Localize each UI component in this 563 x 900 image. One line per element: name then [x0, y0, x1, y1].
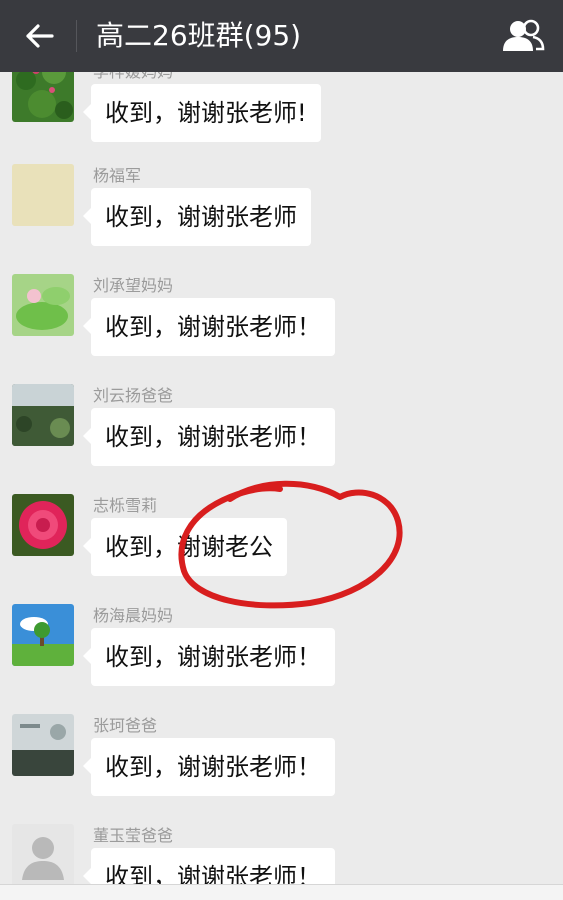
avatar[interactable]: [12, 274, 74, 336]
message-item: 刘云扬爸爸 收到，谢谢张老师！: [0, 384, 563, 494]
message-bubble[interactable]: 收到，谢谢张老师！: [83, 848, 335, 884]
message-item: 董玉莹爸爸 收到，谢谢张老师！: [0, 824, 563, 884]
avatar[interactable]: [12, 714, 74, 776]
message-item: 杨海晨妈妈 收到，谢谢张老师！: [0, 604, 563, 714]
sender-name: 刘承望妈妈: [93, 276, 174, 295]
input-bar[interactable]: [0, 884, 563, 900]
message-bubble[interactable]: 收到，谢谢老公: [83, 518, 287, 576]
message-bubble[interactable]: 收到，谢谢张老师: [83, 188, 311, 246]
message-item: 李梓媛妈妈 收到，谢谢张老师!: [0, 72, 563, 170]
sender-name: 刘云扬爸爸: [93, 386, 174, 405]
title-divider: [76, 20, 77, 52]
avatar[interactable]: [12, 604, 74, 666]
message-item: 刘承望妈妈 收到，谢谢张老师！: [0, 274, 563, 384]
avatar[interactable]: [12, 384, 74, 446]
message-bubble[interactable]: 收到，谢谢张老师！: [83, 408, 335, 466]
back-arrow-icon[interactable]: [24, 20, 54, 52]
message-bubble[interactable]: 收到，谢谢张老师!: [83, 84, 321, 142]
message-bubble[interactable]: 收到，谢谢张老师！: [83, 298, 335, 356]
avatar[interactable]: [12, 164, 74, 226]
sender-name: 杨海晨妈妈: [93, 606, 174, 625]
group-members-icon[interactable]: [501, 18, 545, 54]
sender-name: 杨福军: [93, 166, 142, 185]
message-bubble[interactable]: 收到，谢谢张老师！: [83, 628, 335, 686]
avatar[interactable]: [12, 494, 74, 556]
chat-title: 高二26班群(95): [96, 19, 302, 52]
sender-name: 董玉莹爸爸: [93, 826, 174, 845]
sender-name: 李梓媛妈妈: [93, 72, 173, 82]
sender-name: 志栎雪莉: [93, 496, 158, 515]
message-item: 张珂爸爸 收到，谢谢张老师！: [0, 714, 563, 824]
message-item: 志栎雪莉 收到，谢谢老公: [0, 494, 563, 604]
message-bubble[interactable]: 收到，谢谢张老师！: [83, 738, 335, 796]
chat-area[interactable]: 李梓媛妈妈 收到，谢谢张老师! 杨福军 收到，谢谢张老师 刘承望妈妈 收到，谢谢…: [0, 72, 563, 884]
title-bar: 高二26班群(95): [0, 0, 563, 72]
message-item: 杨福军 收到，谢谢张老师: [0, 164, 563, 274]
avatar[interactable]: [12, 824, 74, 884]
sender-name: 张珂爸爸: [93, 716, 158, 735]
avatar[interactable]: [12, 72, 74, 122]
